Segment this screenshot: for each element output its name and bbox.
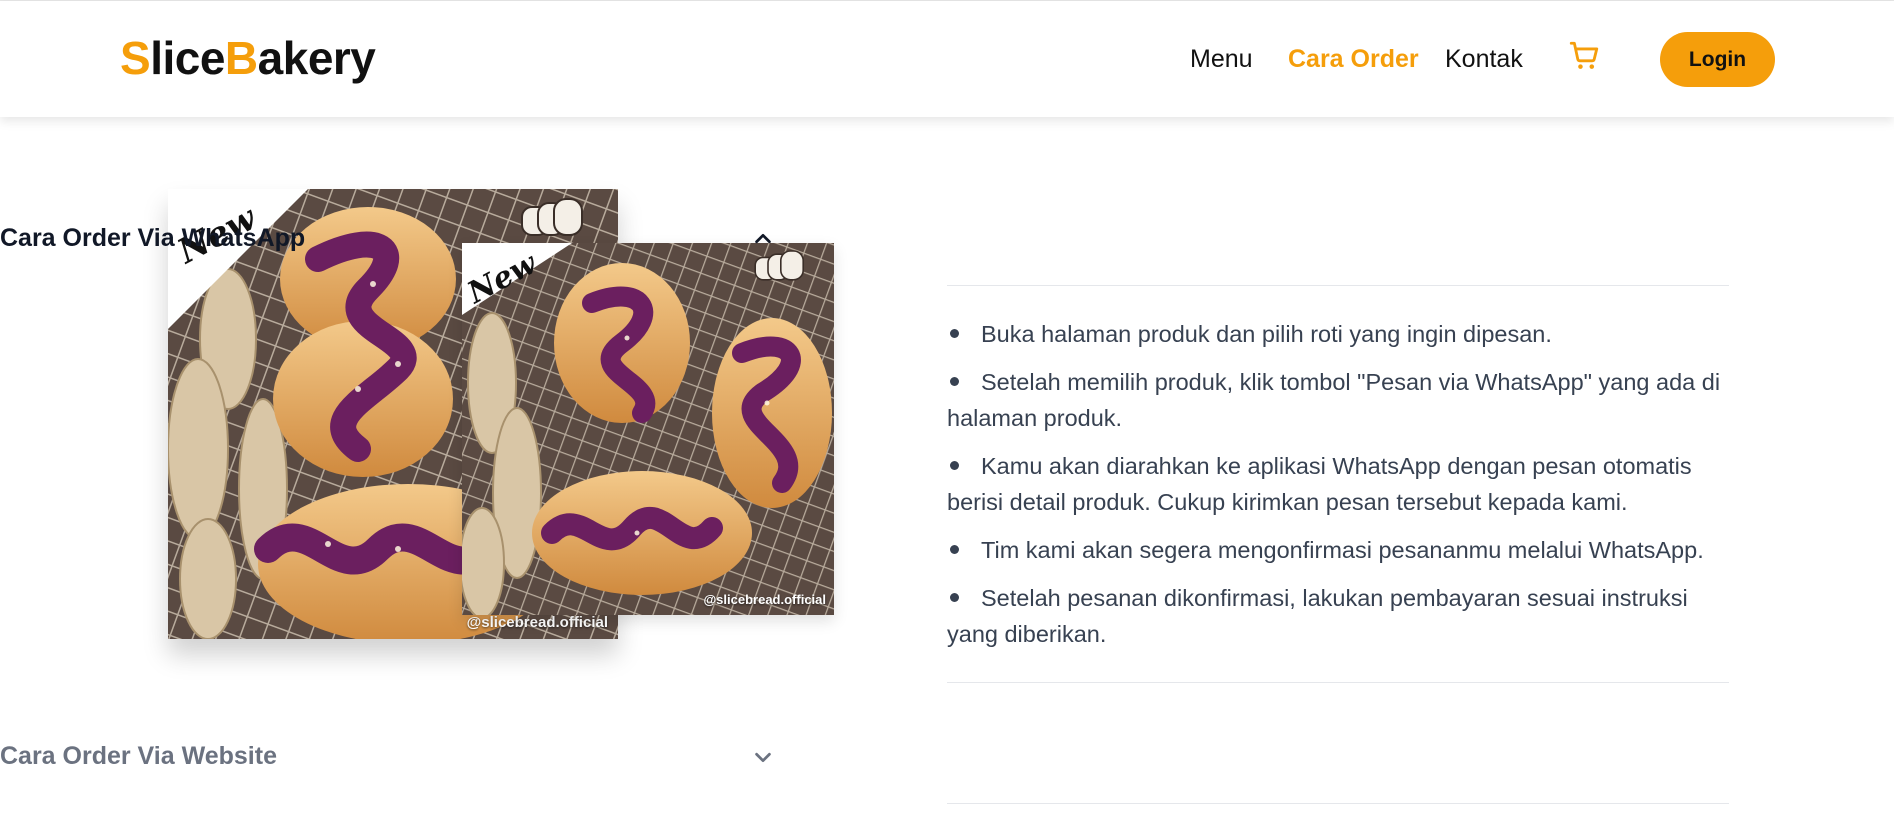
- bread-photo-front: New @slicebread.official: [462, 243, 834, 615]
- logo-letter-b: B: [224, 32, 258, 84]
- list-item: Buka halaman produk dan pilih roti yang …: [947, 316, 1729, 352]
- logo-text-1: lice: [150, 32, 225, 84]
- list-item: Kamu akan diarahkan ke aplikasi WhatsApp…: [947, 448, 1729, 520]
- step-text: Tim kami akan segera mengonfirmasi pesan…: [981, 537, 1704, 563]
- instagram-handle-back: @slicebread.official: [466, 614, 608, 631]
- accordion-header-whatsapp[interactable]: Cara Order Via WhatsApp: [0, 208, 782, 268]
- chevron-down-icon[interactable]: [752, 746, 774, 768]
- step-text: Setelah memilih produk, klik tombol "Pes…: [947, 369, 1721, 431]
- instagram-handle-front: @slicebread.official: [703, 592, 827, 607]
- logo-text-2: akery: [257, 32, 376, 84]
- step-text: Setelah pesanan dikonfirmasi, lakukan pe…: [947, 585, 1688, 647]
- accordion-title-website: Cara Order Via Website: [0, 742, 277, 770]
- site-header: SliceBakery Menu Cara Order Kontak Login: [0, 1, 1894, 117]
- bullet: [950, 377, 959, 387]
- step-text: Buka halaman produk dan pilih roti yang …: [981, 321, 1552, 347]
- login-button[interactable]: Login: [1660, 32, 1775, 87]
- bullet: [950, 329, 959, 339]
- accordion-header-website[interactable]: Cara Order Via Website: [0, 726, 782, 786]
- nav-cara-order[interactable]: Cara Order: [1288, 45, 1419, 74]
- logo[interactable]: SliceBakery: [120, 31, 376, 85]
- nav-menu[interactable]: Menu: [1190, 45, 1253, 74]
- whatsapp-steps-list: Buka halaman produk dan pilih roti yang …: [947, 316, 1729, 664]
- divider: [947, 682, 1729, 683]
- logo-letter-s: S: [120, 32, 151, 84]
- divider: [947, 803, 1729, 804]
- shopping-cart-icon[interactable]: [1567, 39, 1601, 73]
- bullet: [950, 461, 959, 471]
- nav-kontak[interactable]: Kontak: [1445, 45, 1523, 74]
- divider: [947, 285, 1729, 286]
- bullet: [950, 545, 959, 555]
- bullet: [950, 593, 959, 603]
- list-item: Setelah pesanan dikonfirmasi, lakukan pe…: [947, 580, 1729, 652]
- step-text: Kamu akan diarahkan ke aplikasi WhatsApp…: [947, 453, 1692, 515]
- chevron-up-icon[interactable]: [752, 228, 774, 250]
- list-item: Setelah memilih produk, klik tombol "Pes…: [947, 364, 1729, 436]
- accordion-title-whatsapp: Cara Order Via WhatsApp: [0, 224, 306, 252]
- list-item: Tim kami akan segera mengonfirmasi pesan…: [947, 532, 1729, 568]
